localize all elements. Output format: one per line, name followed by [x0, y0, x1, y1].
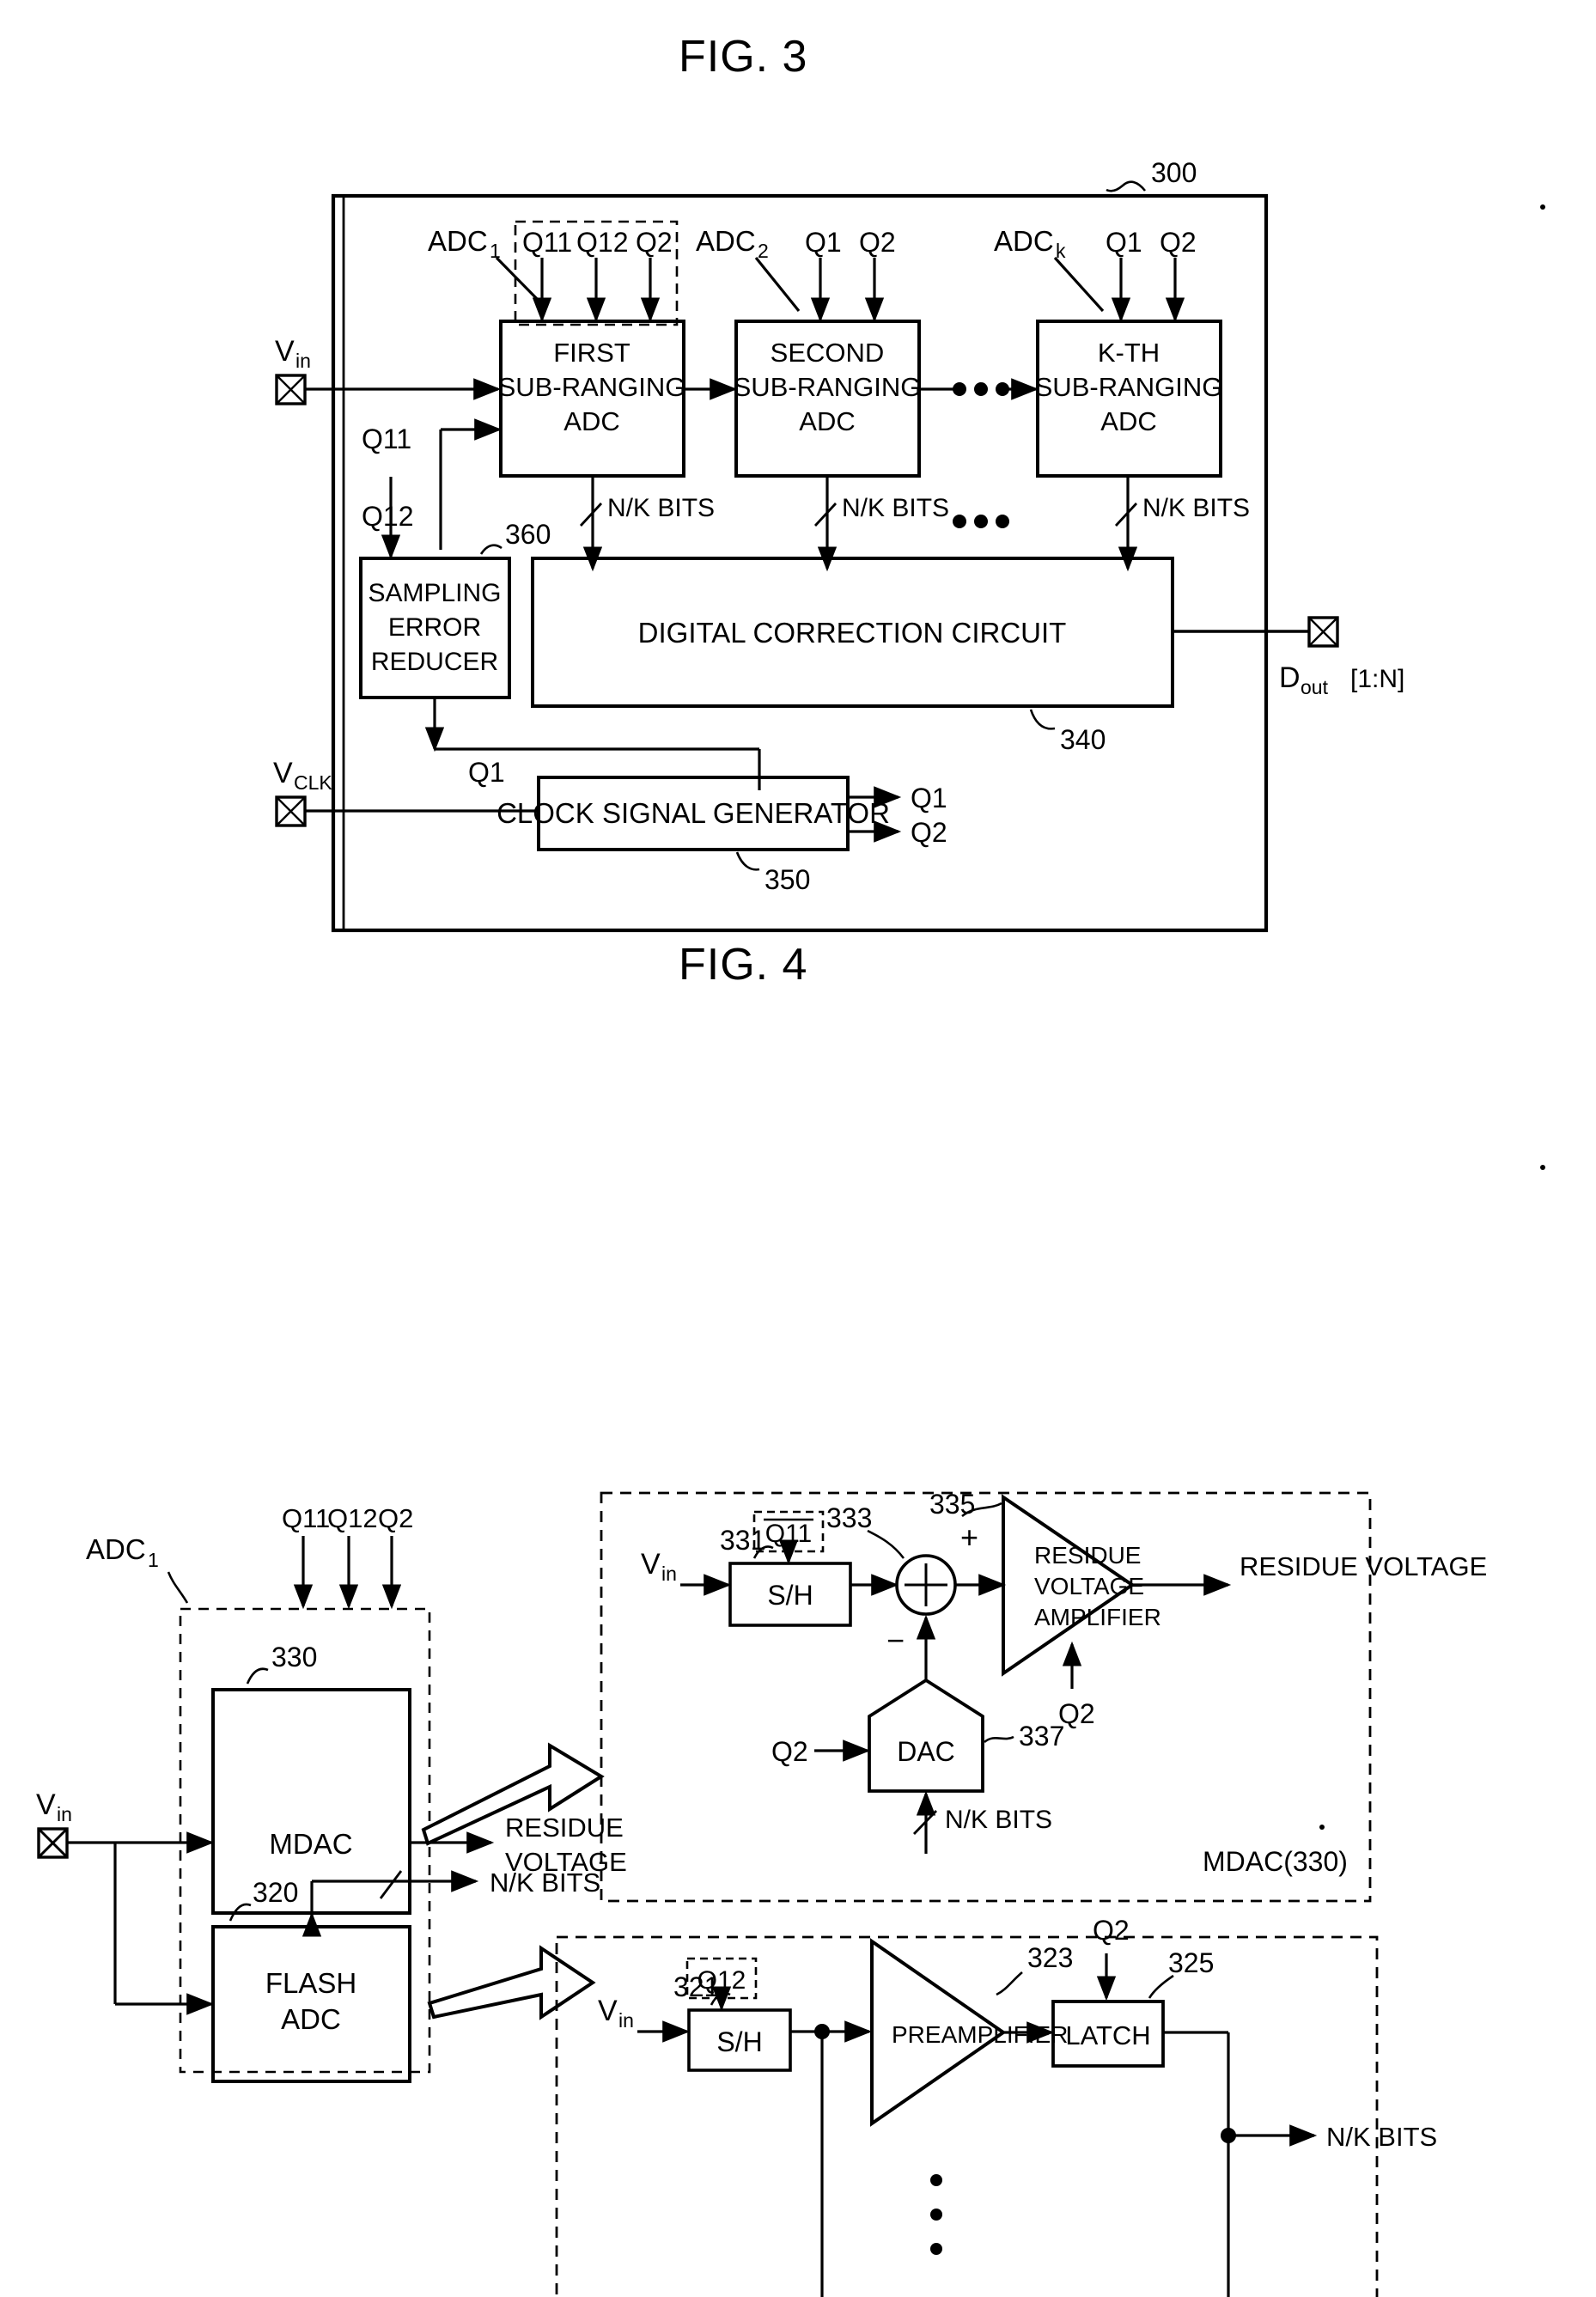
dac-label: DAC: [897, 1736, 955, 1767]
nk-bits-label-2: N/K BITS: [842, 494, 949, 522]
scan-speck-2: [1540, 1165, 1545, 1170]
dac-nk-bits: N/K BITS: [945, 1806, 1052, 1834]
adc-ellipsis-horizontal: [953, 382, 1009, 528]
fig4-residue-line-1: RESIDUE: [505, 1813, 624, 1843]
latch-1-label: LATCH: [1065, 2020, 1150, 2050]
dout-label: D: [1279, 661, 1301, 694]
flash-ref-323-top: 323: [1027, 1942, 1073, 1973]
mdac-ref-335: 335: [929, 1489, 975, 1520]
mdac-sh-label: S/H: [767, 1580, 813, 1611]
clock-q2-adc1: Q2: [636, 227, 673, 258]
junction-dot-sh: [814, 2024, 830, 2039]
rva-line-3: AMPLIFIER: [1034, 1604, 1161, 1630]
fig4-vin-sub: in: [57, 1803, 72, 1825]
mdac-ref-331: 331: [720, 1525, 765, 1556]
flash-vin-label: V: [598, 1995, 618, 2027]
second-adc-line-2: SUB-RANGING: [734, 372, 922, 402]
feedback-q11-label: Q11: [362, 423, 411, 454]
adc1-label-sub: 1: [490, 240, 501, 262]
second-adc-line-1: SECOND: [771, 338, 885, 368]
preamp-1-label: PREAMPLIFIER: [892, 2021, 1068, 2048]
adc1-label-base: ADC: [428, 225, 488, 257]
ref-300: 300: [1151, 157, 1197, 188]
clock-q1-adc2: Q1: [805, 227, 842, 258]
adck-label-base: ADC: [994, 225, 1054, 257]
ref-360: 360: [505, 519, 551, 550]
rva-line-2: VOLTAGE: [1034, 1573, 1144, 1599]
mdac-clock-box-q11: Q11: [765, 1520, 812, 1548]
fig4-vin-label: V: [36, 1788, 56, 1821]
clock-q12-adc1: Q12: [576, 227, 628, 258]
latch-1-clock-q2: Q2: [1093, 1915, 1130, 1946]
nk-bits-label-3: N/K BITS: [1142, 494, 1250, 522]
ref-350: 350: [764, 864, 810, 895]
dout-bits: [1:N]: [1350, 665, 1404, 693]
second-adc-line-3: ADC: [799, 406, 855, 436]
scan-speck-1: [1540, 204, 1545, 210]
kth-adc-line-1: K-TH: [1098, 338, 1160, 368]
scan-speck-3: [1319, 1825, 1325, 1830]
fig4-ref-320: 320: [253, 1877, 298, 1908]
sampling-error-reducer-line-1: SAMPLING: [368, 579, 501, 607]
flash-stage-ellipsis: [930, 2174, 942, 2255]
flash-output-nk-bits: N/K BITS: [1326, 2122, 1437, 2152]
first-adc-line-3: ADC: [563, 406, 619, 436]
mdac-vin-sub: in: [661, 1563, 677, 1585]
adc2-label-sub: 2: [758, 240, 769, 262]
figure-4-title: FIG. 4: [679, 940, 808, 990]
sampling-error-reducer-line-2: ERROR: [388, 613, 481, 642]
clock-q2-adck: Q2: [1160, 227, 1197, 258]
figure-4-drawing: ADC 1 Q11 Q12 Q2 V in 330 MDAC RESIDUE V…: [36, 1489, 1487, 2297]
summer-plus-sign: +: [960, 1520, 978, 1555]
adck-label-sub: k: [1056, 240, 1066, 262]
nk-bits-label-1: N/K BITS: [607, 494, 715, 522]
mdac-ref-333: 333: [826, 1502, 872, 1533]
mdac-output-label: RESIDUE VOLTAGE: [1240, 1551, 1487, 1581]
fig4-mdac-label: MDAC: [269, 1828, 352, 1860]
fig4-clock-q12: Q12: [327, 1503, 378, 1533]
rva-line-1: RESIDUE: [1034, 1542, 1141, 1569]
kth-adc-line-3: ADC: [1100, 406, 1156, 436]
fig4-flash-line-2: ADC: [281, 2003, 341, 2035]
fig4-flash-line-1: FLASH: [265, 1967, 356, 1999]
mdac-vin-label: V: [641, 1548, 661, 1581]
dout-sub: out: [1301, 676, 1329, 698]
flash-ref-321: 321: [673, 1971, 719, 2002]
mdac-ref-337: 337: [1019, 1721, 1064, 1752]
junction-dot-bus: [1221, 2128, 1236, 2143]
clock-signal-generator-label: CLOCK SIGNAL GENERATOR: [496, 797, 890, 829]
clock-q1-adck: Q1: [1106, 227, 1142, 258]
clockgen-out-q1: Q1: [911, 783, 947, 813]
flash-sh-label: S/H: [716, 2026, 762, 2057]
kth-adc-line-2: SUB-RANGING: [1035, 372, 1223, 402]
clock-q11-adc1: Q11: [522, 227, 572, 258]
sampling-error-reducer-line-3: REDUCER: [371, 648, 498, 676]
clockgen-out-q2: Q2: [911, 817, 947, 848]
vclk-label: V: [273, 757, 293, 789]
mdac-caption: MDAC(330): [1203, 1846, 1348, 1877]
vclk-sub: CLK: [294, 771, 332, 794]
dac-clock-q2: Q2: [771, 1736, 808, 1767]
feedback-q12-label: Q12: [362, 501, 413, 532]
fig4-clock-q2: Q2: [378, 1503, 413, 1533]
adc2-label-base: ADC: [696, 225, 756, 257]
first-adc-line-2: SUB-RANGING: [498, 372, 686, 402]
flash-ref-325-top: 325: [1168, 1947, 1214, 1978]
clock-q2-adc2: Q2: [859, 227, 896, 258]
fig4-left-nk-bits: N/K BITS: [490, 1867, 600, 1898]
vin-sub: in: [295, 350, 311, 372]
flash-vin-sub: in: [618, 2009, 634, 2032]
fig4-ref-330: 330: [271, 1642, 317, 1672]
fig4-adc1-base: ADC: [86, 1533, 146, 1565]
feedback-q1-label: Q1: [468, 757, 505, 788]
first-adc-line-1: FIRST: [553, 338, 630, 368]
digital-correction-circuit-label: DIGITAL CORRECTION CIRCUIT: [638, 617, 1067, 649]
vin-label: V: [275, 335, 295, 368]
summer-minus-sign: −: [886, 1623, 905, 1658]
fig4-adc1-sub: 1: [148, 1549, 159, 1571]
ref-340: 340: [1060, 724, 1106, 755]
fig4-clock-q11: Q11: [282, 1503, 330, 1533]
figure-3-drawing: 300 ADC 1 Q11 Q12 Q2 ADC 2 Q1 Q2 ADC k Q…: [273, 157, 1404, 933]
patent-figure-page: FIG. 3 300 ADC 1 Q11 Q12 Q2 ADC 2 Q1 Q2 …: [0, 0, 1596, 2297]
